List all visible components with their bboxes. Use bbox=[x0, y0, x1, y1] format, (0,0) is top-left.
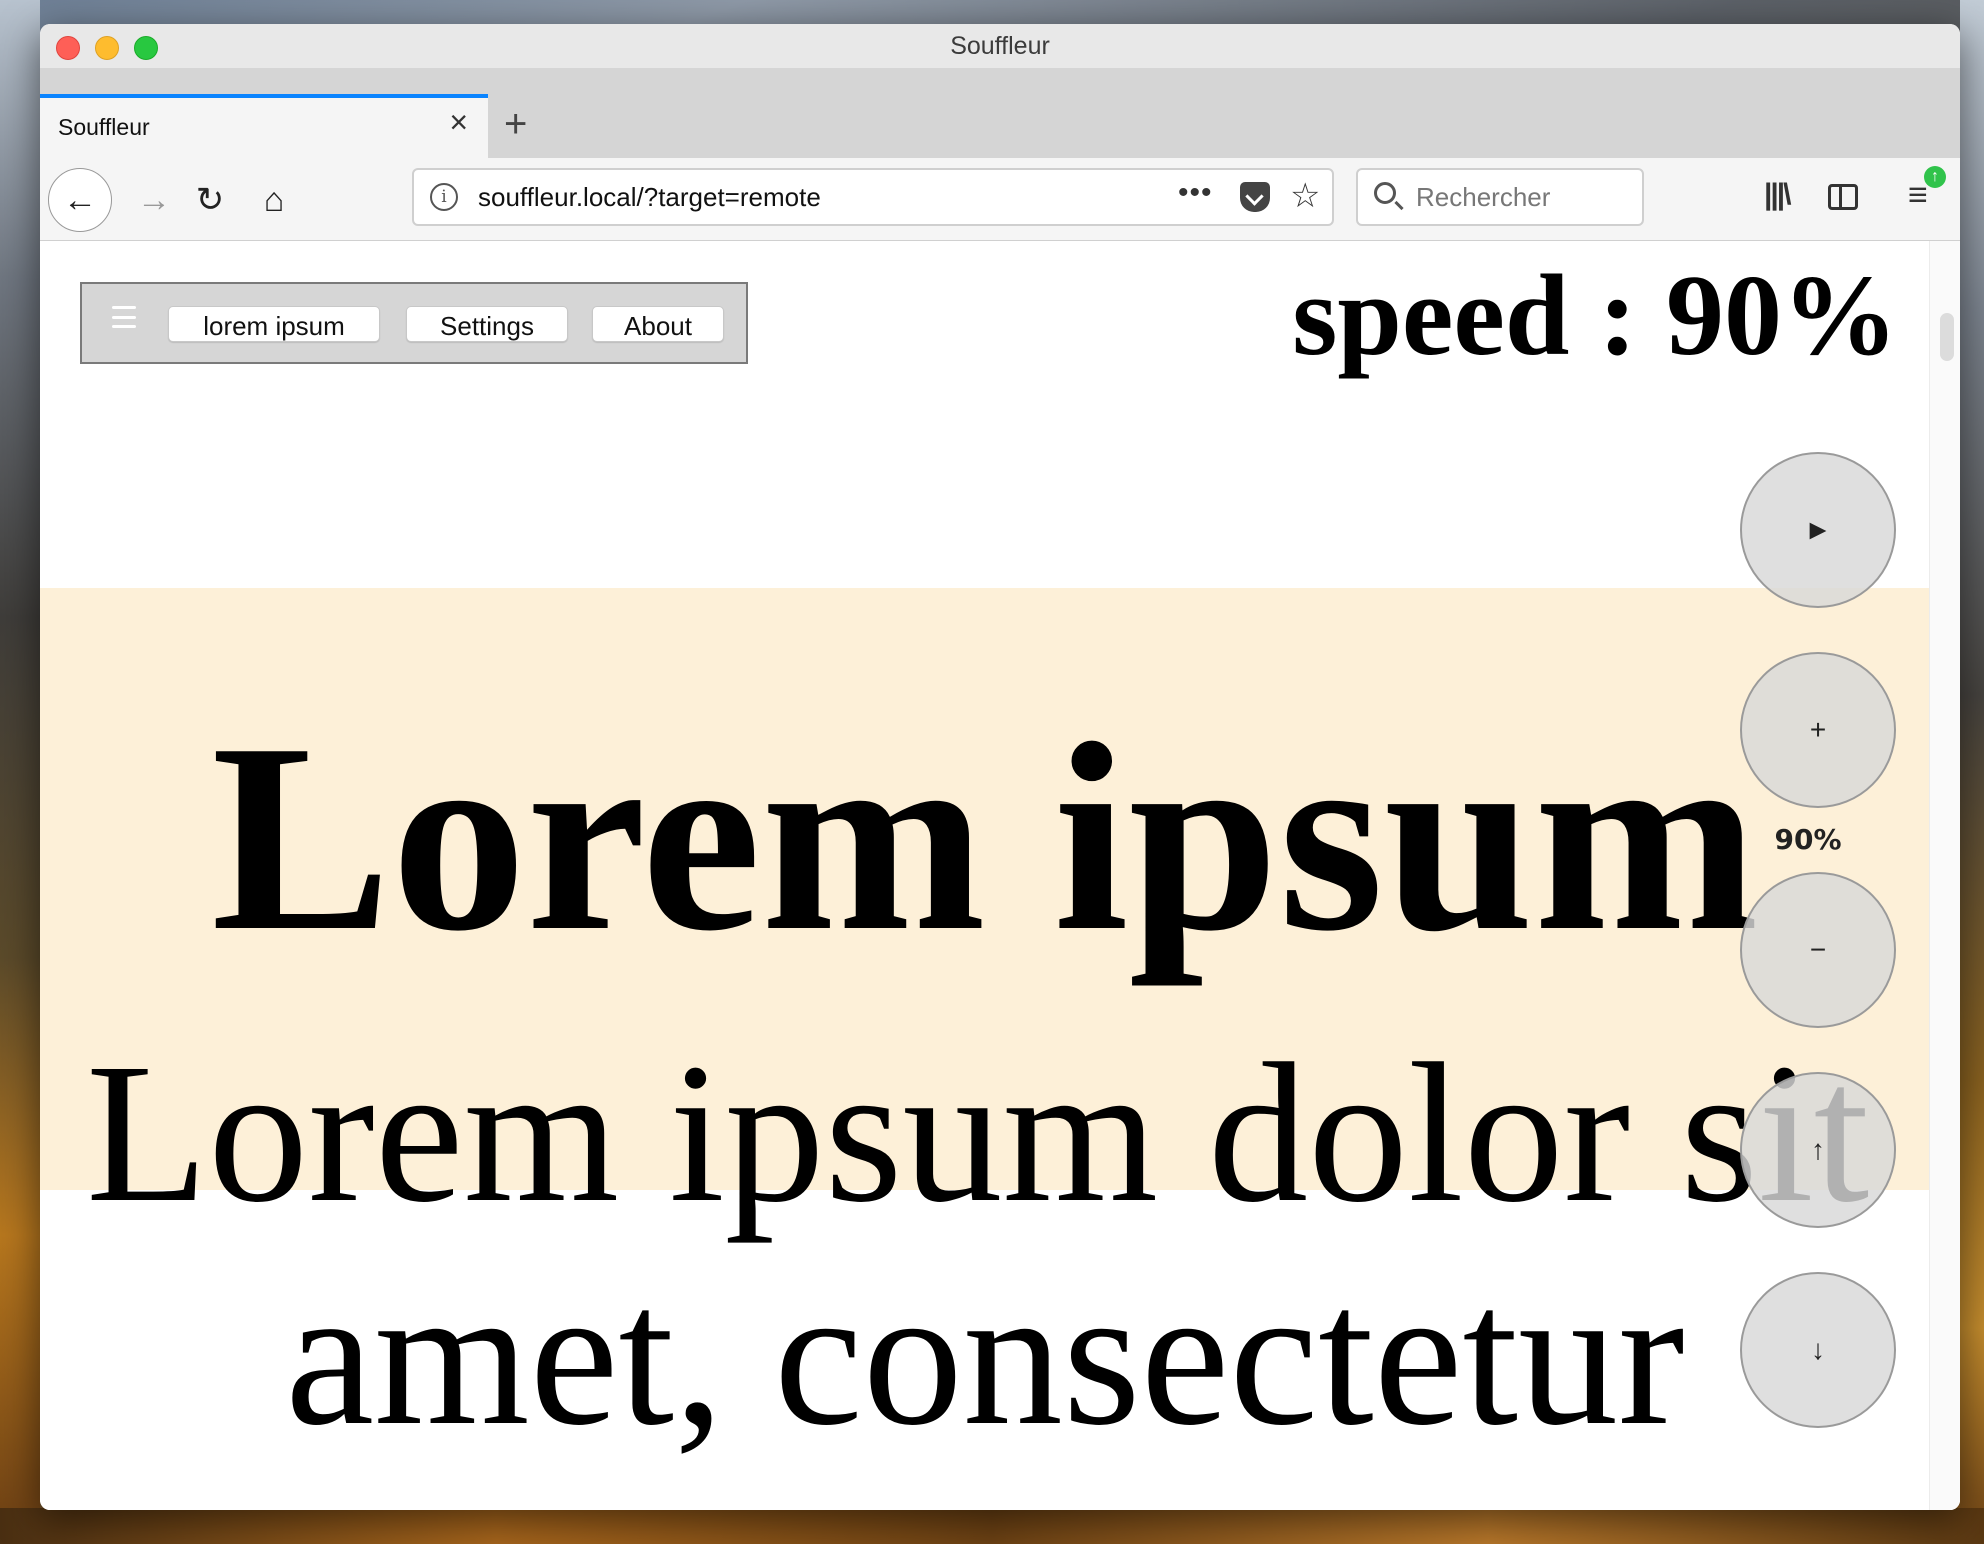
navigation-bar: ← → ↻ ⌂ i souffleur.local/?target=remote… bbox=[40, 158, 1960, 241]
settings-button[interactable]: Settings bbox=[406, 306, 568, 342]
page-actions-icon[interactable]: ••• bbox=[1178, 176, 1213, 210]
speed-increase-button[interactable]: + bbox=[1740, 652, 1896, 808]
tab-souffleur[interactable]: Souffleur × bbox=[40, 94, 488, 158]
play-icon: ► bbox=[1804, 514, 1832, 545]
tab-close-icon[interactable]: × bbox=[449, 106, 468, 138]
desktop-wallpaper-left bbox=[0, 0, 40, 1544]
page-content: lorem ipsum Settings About speed : 90% L… bbox=[40, 241, 1960, 1510]
browser-window: Souffleur Souffleur × + ← → ↻ ⌂ i souffl… bbox=[40, 24, 1960, 1510]
tab-title: Souffleur bbox=[58, 114, 150, 140]
url-bar[interactable]: i souffleur.local/?target=remote ••• ☆ bbox=[412, 168, 1334, 226]
pocket-icon[interactable] bbox=[1240, 182, 1270, 212]
forward-arrow-icon: → bbox=[137, 180, 171, 219]
app-menu-bar: lorem ipsum Settings About bbox=[80, 282, 748, 364]
back-button[interactable]: ← bbox=[48, 168, 112, 232]
app-menu-icon[interactable] bbox=[112, 306, 136, 328]
play-button[interactable]: ► bbox=[1740, 452, 1896, 608]
scroll-up-button[interactable]: ↑ bbox=[1740, 1072, 1896, 1228]
prompter-heading: Lorem ipsum bbox=[211, 688, 1759, 987]
update-available-icon[interactable]: ↑ bbox=[1924, 166, 1946, 188]
scroll-down-button[interactable]: ↓ bbox=[1740, 1272, 1896, 1428]
bookmark-star-icon[interactable]: ☆ bbox=[1290, 176, 1320, 217]
page-scrollbar[interactable] bbox=[1929, 241, 1960, 1510]
prompter-text-line: amet, consectetur bbox=[285, 1246, 1685, 1467]
site-info-icon[interactable]: i bbox=[430, 183, 458, 211]
title-bar: Souffleur bbox=[40, 24, 1960, 68]
about-button[interactable]: About bbox=[592, 306, 724, 342]
library-icon[interactable]: |||\ bbox=[1764, 178, 1791, 212]
prompter-text-line: Lorem ipsum dolor sit bbox=[86, 1023, 1870, 1244]
minus-icon: − bbox=[1809, 934, 1827, 965]
speed-readout: speed : 90% bbox=[1292, 252, 1898, 380]
desktop-wallpaper-right bbox=[1960, 0, 1984, 1544]
arrow-down-icon: ↓ bbox=[1811, 1334, 1825, 1365]
desktop-wallpaper-bottom bbox=[0, 1508, 1984, 1544]
speed-decrease-button[interactable]: − bbox=[1740, 872, 1896, 1028]
scrollbar-thumb[interactable] bbox=[1940, 313, 1954, 361]
reload-icon: ↻ bbox=[195, 181, 225, 219]
forward-button[interactable]: → bbox=[128, 174, 180, 226]
plus-icon: + bbox=[1809, 714, 1827, 745]
search-bar[interactable] bbox=[1356, 168, 1644, 226]
search-input[interactable] bbox=[1416, 180, 1636, 214]
back-arrow-icon: ← bbox=[63, 180, 97, 219]
home-icon: ⌂ bbox=[263, 180, 285, 219]
home-button[interactable]: ⌂ bbox=[248, 174, 300, 226]
tab-strip: Souffleur × + bbox=[40, 68, 1960, 159]
new-tab-button[interactable]: + bbox=[504, 104, 527, 144]
arrow-up-icon: ↑ bbox=[1811, 1134, 1825, 1165]
speed-label: 90% bbox=[1774, 823, 1842, 856]
lorem-ipsum-button[interactable]: lorem ipsum bbox=[168, 306, 380, 342]
sidebar-toggle-icon[interactable] bbox=[1828, 184, 1858, 210]
window-title: Souffleur bbox=[950, 32, 1050, 60]
url-text[interactable]: souffleur.local/?target=remote bbox=[478, 182, 821, 213]
reload-button[interactable]: ↻ bbox=[184, 174, 236, 226]
search-icon bbox=[1374, 182, 1396, 204]
